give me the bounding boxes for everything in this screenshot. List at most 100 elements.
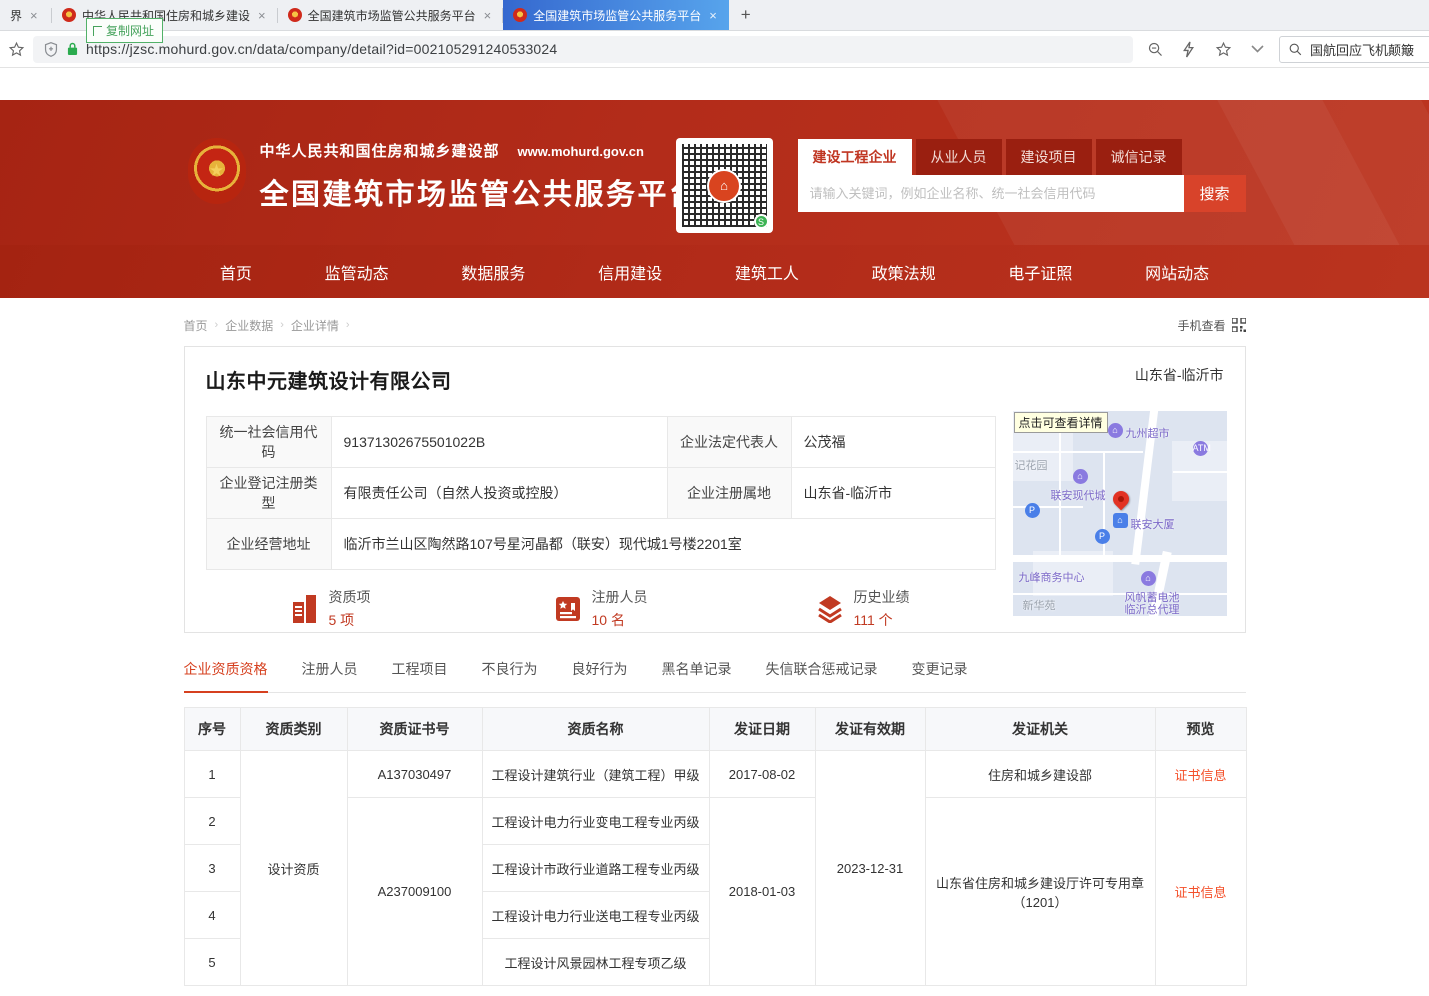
tab-blacklist[interactable]: 黑名单记录 (662, 659, 732, 692)
nav-item-e-license[interactable]: 电子证照 (1008, 260, 1072, 284)
field-label: 统一社会信用代码 (206, 417, 331, 468)
tab-registered-personnel[interactable]: 注册人员 (302, 659, 358, 692)
breadcrumb-company-detail[interactable]: 企业详情 (291, 317, 339, 334)
close-icon[interactable]: × (256, 8, 268, 23)
cell-seq: 4 (184, 892, 240, 939)
browser-tab-partial[interactable]: 界 × (0, 0, 52, 30)
cell-authority: 住房和城乡建设部 (925, 751, 1155, 798)
nav-item-supervision[interactable]: 监管动态 (325, 260, 389, 284)
tower-icon: ⌂ (1113, 513, 1128, 528)
map-label-battery-line2: 临沂总代理 (1125, 601, 1180, 616)
close-icon[interactable]: × (707, 8, 719, 23)
map-label-lianan-city: 联安现代城 (1051, 487, 1106, 503)
browser-tab-active[interactable]: 全国建筑市场监管公共服务平台 × (503, 0, 729, 30)
page-top-gap (0, 68, 1429, 100)
nav-item-data-service[interactable]: 数据服务 (461, 260, 525, 284)
nav-item-home[interactable]: 首页 (220, 260, 252, 284)
tab-good-behavior[interactable]: 良好行为 (572, 659, 628, 692)
emblem-favicon-icon (62, 8, 76, 22)
copy-url-tooltip: 复制网址 (86, 18, 163, 43)
breadcrumb-company-data[interactable]: 企业数据 (225, 317, 273, 334)
search-icon (1288, 42, 1303, 57)
emblem-favicon-icon (513, 8, 527, 22)
field-value-reg-region: 山东省-临沂市 (791, 468, 995, 519)
nav-item-credit[interactable]: 信用建设 (598, 260, 662, 284)
search-button[interactable]: 搜索 (1184, 175, 1246, 212)
col-issue-date: 发证日期 (709, 708, 815, 751)
cell-issue-date: 2018-01-03 (709, 798, 815, 986)
nav-item-policy[interactable]: 政策法规 (872, 260, 936, 284)
lightning-icon[interactable] (1177, 37, 1201, 61)
col-seq: 序号 (184, 708, 240, 751)
cell-category: 设计资质 (240, 751, 347, 986)
new-tab-button[interactable]: + (729, 0, 763, 30)
site-title: 全国建筑市场监管公共服务平台 (260, 171, 701, 213)
certificate-info-link[interactable]: 证书信息 (1174, 768, 1226, 783)
header-search-tabs: 建设工程企业 从业人员 建设项目 诚信记录 (798, 139, 1246, 175)
stat-qualifications[interactable]: 资质项 5 项 (292, 587, 554, 630)
parking-icon: P (1095, 529, 1110, 544)
building-pin-icon: ⌂ (1073, 469, 1088, 484)
map-label-lianan-tower: 联安大厦 (1131, 516, 1175, 532)
tab-bad-behavior[interactable]: 不良行为 (482, 659, 538, 692)
quick-search-box[interactable]: 国航回应飞机颠簸 (1279, 36, 1429, 63)
zoom-out-icon[interactable] (1143, 37, 1167, 61)
cell-name: 工程设计市政行业道路工程专业丙级 (482, 845, 709, 892)
col-authority: 发证机关 (925, 708, 1155, 751)
bookmark-star-icon[interactable] (8, 37, 25, 61)
qr-code-icon (1232, 318, 1246, 332)
company-card: 山东中元建筑设计有限公司 山东省-临沂市 统一社会信用代码 9137130267… (184, 346, 1246, 633)
stat-value: 111 个 (854, 610, 910, 630)
favorite-star-icon[interactable] (1211, 37, 1235, 61)
cell-name: 工程设计电力行业变电工程专业丙级 (482, 798, 709, 845)
field-value-address: 临沂市兰山区陶然路107号星河晶都（联安）现代城1号楼2201室 (331, 519, 995, 570)
chevron-right-icon: › (215, 319, 219, 331)
emblem-favicon-icon (288, 8, 302, 22)
field-value-reg-type: 有限责任公司（自然人投资或控股） (331, 468, 667, 519)
search-tab-enterprise[interactable]: 建设工程企业 (798, 139, 912, 175)
stat-label: 历史业绩 (854, 587, 910, 607)
cell-name: 工程设计风景园林工程专项乙级 (482, 939, 709, 986)
battery-pin-icon: ⌂ (1141, 571, 1156, 586)
table-row: 1 设计资质 A137030497 工程设计建筑行业（建筑工程）甲级 2017-… (184, 751, 1246, 798)
chevron-right-icon: › (346, 319, 350, 331)
cell-validity: 2023-12-31 (815, 751, 925, 986)
nav-item-site-news[interactable]: 网站动态 (1145, 260, 1209, 284)
atm-icon: ATM (1193, 441, 1208, 456)
chevron-down-icon[interactable] (1245, 37, 1269, 61)
chevron-right-icon: › (280, 319, 284, 331)
close-icon[interactable]: × (28, 8, 40, 23)
header-search-input[interactable] (798, 175, 1184, 212)
search-tab-project[interactable]: 建设项目 (1006, 139, 1092, 175)
tab-qualifications[interactable]: 企业资质资格 (184, 659, 268, 693)
nav-item-workers[interactable]: 建筑工人 (735, 260, 799, 284)
tab-dishonesty[interactable]: 失信联合惩戒记录 (766, 659, 878, 692)
map-road (1013, 555, 1227, 562)
cell-seq: 5 (184, 939, 240, 986)
stat-registered-personnel[interactable]: 注册人员 10 名 (554, 587, 816, 630)
url-text[interactable]: https://jzsc.mohurd.gov.cn/data/company/… (86, 41, 557, 57)
qr-center-logo-icon: ⌂ (707, 169, 741, 203)
field-label: 企业法定代表人 (667, 417, 791, 468)
url-bar[interactable]: https://jzsc.mohurd.gov.cn/data/company/… (33, 36, 1133, 63)
building-icon (292, 594, 319, 624)
breadcrumb-home[interactable]: 首页 (184, 317, 208, 334)
mobile-view-link[interactable]: 手机查看 (1177, 317, 1245, 334)
site-banner: ★ 中华人民共和国住房和城乡建设部www.mohurd.gov.cn 全国建筑市… (0, 100, 1429, 245)
certificate-info-link[interactable]: 证书信息 (1174, 885, 1226, 900)
tab-title: 全国建筑市场监管公共服务平台 (533, 7, 701, 24)
map-label-business-center: 九峰商务中心 (1019, 569, 1085, 585)
close-icon[interactable]: × (482, 8, 494, 23)
main-nav: 首页 监管动态 数据服务 信用建设 建筑工人 政策法规 电子证照 网站动态 (0, 245, 1429, 298)
browser-tab-jzsc[interactable]: 全国建筑市场监管公共服务平台 × (278, 0, 504, 30)
detail-tabs: 企业资质资格 注册人员 工程项目 不良行为 良好行为 黑名单记录 失信联合惩戒记… (184, 659, 1246, 693)
tab-projects[interactable]: 工程项目 (392, 659, 448, 692)
field-value-legal-rep: 公茂福 (791, 417, 995, 468)
col-category: 资质类别 (240, 708, 347, 751)
search-tab-personnel[interactable]: 从业人员 (916, 139, 1002, 175)
search-tab-credit[interactable]: 诚信记录 (1096, 139, 1182, 175)
company-info-table: 统一社会信用代码 91371302675501022B 企业法定代表人 公茂福 … (206, 416, 996, 570)
tab-change-records[interactable]: 变更记录 (912, 659, 968, 692)
shield-icon[interactable] (43, 37, 59, 61)
company-location-map[interactable]: ⌂ 九州超市 ATM 记花园 ⌂ 联安现代城 ⌂ 联安大厦 P P 九峰商务中心… (1013, 411, 1227, 616)
